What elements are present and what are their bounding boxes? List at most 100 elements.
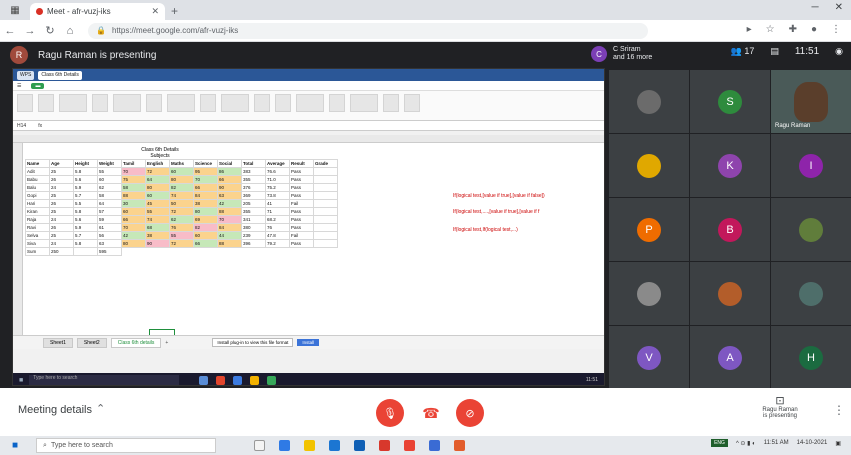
column-header: Science <box>193 159 218 168</box>
shared-taskbar-apps <box>199 375 277 385</box>
language-indicator[interactable]: ENG <box>711 439 728 447</box>
table-cell: 5.9 <box>73 223 98 232</box>
edge-icon[interactable] <box>279 440 291 451</box>
browser-extras: ▸ ☆ ✚ ● ⋮ <box>747 24 841 35</box>
column-header: Maths <box>169 159 194 168</box>
participant-tile[interactable] <box>771 262 851 325</box>
app-icon[interactable] <box>454 440 466 451</box>
office-icon[interactable] <box>379 440 391 451</box>
chat-icon[interactable]: ▤ <box>770 46 779 57</box>
participant-tile[interactable]: I <box>771 134 851 197</box>
participant-tile[interactable]: B <box>690 198 770 261</box>
participant-tile[interactable] <box>690 262 770 325</box>
table-cell: 383 <box>241 167 266 176</box>
table-cell: 24 <box>49 215 74 224</box>
forward-icon[interactable]: → <box>20 25 40 37</box>
fx-icon: fx <box>38 122 43 129</box>
table-cell: 66 <box>193 183 218 192</box>
minimize-icon[interactable]: ─ <box>812 2 819 13</box>
close-tab-icon[interactable]: ✕ <box>151 6 159 17</box>
table-cell: 44 <box>217 231 242 240</box>
menu-icon[interactable]: ⋮ <box>831 24 841 35</box>
address-bar: ← → ↻ ⌂ 🔒 https://meet.google.com/afr-vu… <box>0 20 851 42</box>
meeting-time: 11:51 <box>794 46 820 57</box>
table-cell: Gopi <box>25 191 50 200</box>
participant-tile[interactable]: S <box>690 70 770 133</box>
table-cell: 63 <box>97 239 122 248</box>
ribbon-button <box>383 94 399 112</box>
table-cell: 5.8 <box>73 207 98 216</box>
table-cell: 74 <box>169 191 194 200</box>
ribbon-button <box>404 94 420 112</box>
table-cell: 239 <box>241 231 266 240</box>
store-icon[interactable] <box>329 440 341 451</box>
meet-header-icons: 👥 17 ▤ 11:51 ◉ <box>731 46 843 57</box>
chevron-up-icon[interactable]: ⌃ <box>96 402 105 415</box>
participant-tile[interactable]: H <box>771 326 851 389</box>
meeting-details-button[interactable]: Meeting details <box>18 404 92 416</box>
table-cell: 70 <box>121 167 146 176</box>
participant-tile[interactable] <box>771 198 851 261</box>
participant-tile[interactable] <box>609 262 689 325</box>
participant-tile[interactable]: Ragu Raman <box>771 70 851 133</box>
new-tab-icon[interactable]: + <box>171 4 178 18</box>
table-cell: 58 <box>121 183 146 192</box>
table-cell <box>313 183 338 192</box>
tray-icons[interactable]: ^ ⊙ ▮ ◐ <box>736 440 756 447</box>
participant-tile[interactable] <box>609 70 689 133</box>
table-cell <box>313 223 338 232</box>
mic-off-button[interactable]: 🎙 <box>376 399 404 427</box>
windows-start-icon[interactable]: ■ <box>12 440 18 451</box>
table-cell: 57 <box>97 207 122 216</box>
close-window-icon[interactable]: ✕ <box>835 2 843 13</box>
shared-search-box: Type here to search <box>29 375 180 385</box>
participant-tile[interactable]: P <box>609 198 689 261</box>
taskbar-time: 11:51 AM <box>763 440 789 446</box>
meet-header: R Ragu Raman is presenting C C Sriram an… <box>0 42 851 68</box>
table-cell: 82 <box>193 223 218 232</box>
participant-avatar <box>637 153 661 178</box>
table-header-row: Name Age Height Weight Tamil English Maths Scie… <box>25 159 338 168</box>
browser-tab-meet[interactable]: Meet - afr-vuzj-iks ✕ <box>30 3 165 20</box>
camera-off-button[interactable]: ⊘ <box>456 399 484 427</box>
extensions-icon[interactable]: ✚ <box>789 24 797 35</box>
reload-icon[interactable]: ↻ <box>40 24 60 37</box>
file-explorer-icon[interactable] <box>304 440 316 451</box>
more-options-icon[interactable]: ⋮ <box>833 403 845 417</box>
participant-tile[interactable]: K <box>690 134 770 197</box>
ribbon-button <box>350 94 378 112</box>
chrome-icon[interactable] <box>404 440 416 451</box>
task-view-icon[interactable] <box>254 440 266 451</box>
table-cell: 95 <box>193 167 218 176</box>
table-cell: 68 <box>145 223 170 232</box>
presentation-indicator[interactable]: ⊡ Ragu Raman is presenting <box>760 394 800 419</box>
back-icon[interactable]: ← <box>0 25 20 37</box>
app-icon[interactable] <box>429 440 441 451</box>
self-view-icon[interactable]: ◉ <box>835 46 843 57</box>
search-icon: ⌕ <box>43 441 47 449</box>
mic-off-icon: 🎙 <box>383 407 397 420</box>
sheet-tab-active: Class 6th details <box>110 337 162 348</box>
menu-icon-1: ☰ <box>17 82 22 89</box>
taskbar-search[interactable]: ⌕ Type here to search <box>36 438 217 453</box>
mail-icon[interactable] <box>354 440 366 451</box>
table-row: Kiran 25 5.8 57 60 55 72 80 88 355 71 Pass <box>25 207 338 216</box>
home-icon[interactable]: ⌂ <box>60 25 80 37</box>
notification-icon[interactable]: ▣ <box>835 440 841 447</box>
table-cell: 80 <box>121 239 146 248</box>
table-cell: 61 <box>97 223 122 232</box>
table-cell: 59 <box>97 215 122 224</box>
ribbon-button <box>92 94 108 112</box>
participant-tile[interactable] <box>609 134 689 197</box>
tab-search-icon[interactable]: ▦ <box>6 2 24 18</box>
camera-icon[interactable]: ▸ <box>747 24 752 35</box>
sheet-grid: Class 6th Details Subjects Name Age Height… <box>13 135 604 337</box>
table-sum-row: Sum 250 595 <box>25 247 338 256</box>
people-count[interactable]: 👥 17 <box>731 46 755 57</box>
participant-tile[interactable]: V <box>609 326 689 389</box>
url-field[interactable]: 🔒 https://meet.google.com/afr-vuzj-iks <box>88 22 648 39</box>
leave-call-button[interactable]: ☎ <box>417 399 445 427</box>
profile-icon[interactable]: ● <box>811 24 817 35</box>
star-icon[interactable]: ☆ <box>766 24 775 35</box>
participant-tile[interactable]: A <box>690 326 770 389</box>
